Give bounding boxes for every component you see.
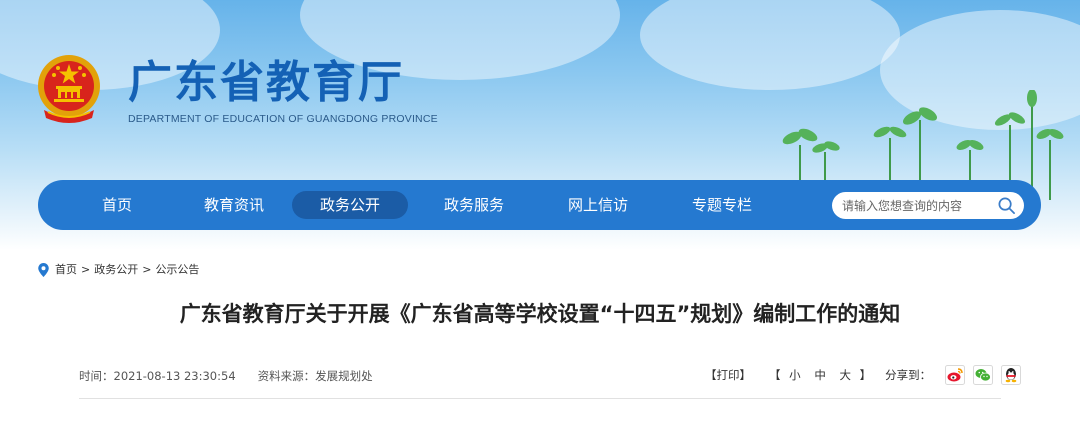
nav-item-government-services[interactable]: 政务服务	[424, 191, 524, 219]
nav-item-home[interactable]: 首页	[78, 191, 156, 219]
wechat-icon[interactable]	[973, 365, 994, 385]
search-input[interactable]	[842, 192, 992, 219]
nav-item-online-petition[interactable]: 网上信访	[548, 191, 648, 219]
main-nav: 首页 教育资讯 政务公开 政务服务 网上信访 专题专栏	[38, 180, 1041, 230]
divider	[79, 398, 1001, 399]
font-size-small-button[interactable]: 小	[789, 368, 801, 382]
print-button[interactable]: 【打印】	[705, 367, 751, 383]
breadcrumb-separator: >	[142, 263, 152, 276]
breadcrumb-home-link[interactable]: 首页	[55, 262, 77, 278]
bracket-open: 【	[769, 368, 781, 382]
breadcrumb-government-affairs-link[interactable]: 政务公开	[94, 262, 138, 278]
nav-item-education-news[interactable]: 教育资讯	[184, 191, 284, 219]
article-source: 资料来源：发展规划处	[257, 369, 373, 383]
font-size-large-button[interactable]: 大	[839, 368, 851, 382]
bracket-close: 】	[859, 368, 872, 382]
nav-item-special-topics[interactable]: 专题专栏	[672, 191, 772, 219]
font-size-medium-button[interactable]: 中	[814, 368, 826, 382]
article-title: 广东省教育厅关于开展《广东省高等学校设置“十四五”规划》编制工作的通知	[179, 302, 901, 326]
article-tools: 【打印】 【 小 中 大 】 分享到：	[705, 363, 1022, 387]
search-box	[832, 192, 1024, 219]
location-pin-icon	[38, 263, 49, 277]
nav-item-government-affairs[interactable]: 政务公开	[292, 191, 408, 219]
site-subtitle: DEPARTMENT OF EDUCATION OF GUANGDONG PRO…	[128, 113, 438, 125]
article-meta: 时间：2021-08-13 23:30:54 资料来源：发展规划处	[79, 368, 373, 384]
font-size-switcher: 【 小 中 大 】	[769, 367, 871, 383]
search-icon[interactable]	[997, 196, 1016, 215]
breadcrumb-separator: >	[81, 263, 91, 276]
site-title: 广东省教育厅	[128, 57, 404, 108]
publish-time: 时间：2021-08-13 23:30:54	[79, 369, 236, 383]
weibo-icon[interactable]	[945, 365, 966, 385]
qq-icon[interactable]	[1001, 365, 1022, 385]
share-label: 分享到：	[885, 368, 932, 382]
breadcrumb-announcements-link[interactable]: 公示公告	[155, 262, 199, 278]
breadcrumb: 首页 > 政务公开 > 公示公告	[38, 262, 199, 278]
cloud-decoration	[640, 0, 900, 90]
national-emblem-icon	[38, 55, 100, 123]
